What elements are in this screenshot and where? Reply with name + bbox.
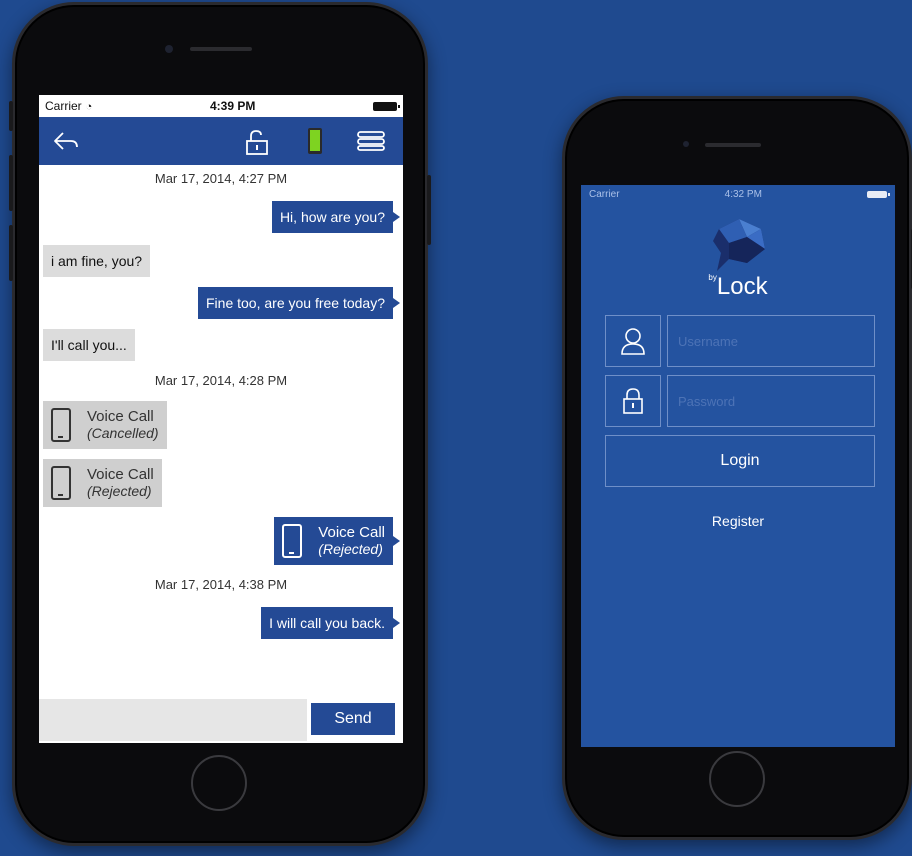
incoming-voice-call[interactable]: Voice Call (Cancelled)	[43, 401, 167, 449]
register-link[interactable]: Register	[581, 513, 895, 529]
outgoing-voice-call[interactable]: Voice Call (Rejected)	[274, 517, 400, 565]
username-row	[605, 315, 875, 367]
brand-prefix: by	[708, 273, 717, 282]
lock-icon	[605, 375, 661, 427]
call-status: (Cancelled)	[87, 425, 159, 441]
user-icon	[605, 315, 661, 367]
home-button	[191, 755, 247, 811]
call-title: Voice Call	[318, 524, 385, 541]
message-composer: Send	[39, 695, 403, 743]
outgoing-message[interactable]: I will call you back.	[261, 607, 400, 639]
front-camera	[165, 45, 173, 53]
message-timestamp: Mar 17, 2014, 4:28 PM	[154, 373, 288, 388]
volume-up-button	[9, 155, 13, 211]
call-title: Voice Call	[87, 408, 154, 425]
login-button[interactable]: Login	[605, 435, 875, 487]
message-list[interactable]: Mar 17, 2014, 4:27 PM Hi, how are you? i…	[39, 165, 403, 695]
carrier-label: Carrier	[45, 99, 82, 113]
password-input[interactable]	[667, 375, 875, 427]
app-logo-icon	[713, 219, 765, 271]
chat-phone: Carrier ◔ 4:39 PM Mar 17, 2014, 4:27 PM …	[9, 2, 431, 846]
carrier-label: Carrier	[589, 188, 620, 200]
front-camera	[683, 141, 689, 147]
incoming-message[interactable]: I'll call you...	[43, 329, 135, 361]
username-input[interactable]	[667, 315, 875, 367]
menu-icon[interactable]	[357, 131, 385, 151]
password-row	[605, 375, 875, 427]
message-timestamp: Mar 17, 2014, 4:27 PM	[154, 171, 288, 186]
chat-navbar	[39, 117, 403, 165]
smartphone-icon	[282, 524, 303, 558]
mute-switch	[9, 101, 13, 131]
chat-screen: Carrier ◔ 4:39 PM Mar 17, 2014, 4:27 PM …	[39, 95, 403, 743]
back-arrow-icon[interactable]	[53, 131, 79, 151]
home-button	[709, 751, 765, 807]
call-status: (Rejected)	[87, 483, 152, 499]
unlock-icon[interactable]	[245, 129, 269, 155]
battery-icon	[867, 190, 890, 198]
brand-name: Lock	[716, 273, 768, 300]
message-input[interactable]	[39, 699, 307, 741]
smartphone-icon	[51, 408, 71, 442]
status-bar: Carrier ◔ 4:39 PM	[39, 95, 403, 117]
incoming-voice-call[interactable]: Voice Call (Rejected)	[43, 459, 162, 507]
wifi-icon: ◔	[85, 101, 93, 113]
smartphone-icon	[51, 466, 71, 500]
outgoing-message[interactable]: Hi, how are you?	[271, 201, 401, 233]
power-button	[427, 175, 431, 245]
call-status: (Rejected)	[318, 541, 383, 557]
call-title: Voice Call	[87, 466, 154, 483]
battery-icon	[373, 101, 400, 111]
send-button[interactable]: Send	[311, 703, 395, 735]
login-phone: Carrier 4:32 PM byLock Username Login Re…	[562, 96, 912, 840]
earpiece-speaker	[705, 143, 761, 147]
earpiece-speaker	[190, 47, 252, 51]
login-screen: Carrier 4:32 PM byLock Username Login Re…	[581, 185, 895, 747]
phone-status-icon[interactable]	[307, 127, 323, 155]
status-time: 4:32 PM	[724, 188, 762, 200]
message-timestamp: Mar 17, 2014, 4:38 PM	[154, 577, 288, 592]
status-time: 4:39 PM	[209, 99, 256, 113]
app-brand: byLock	[581, 273, 895, 301]
incoming-message[interactable]: i am fine, you?	[43, 245, 151, 277]
outgoing-message[interactable]: Fine too, are you free today?	[198, 287, 400, 319]
status-bar: Carrier 4:32 PM	[581, 185, 895, 203]
volume-down-button	[9, 225, 13, 281]
